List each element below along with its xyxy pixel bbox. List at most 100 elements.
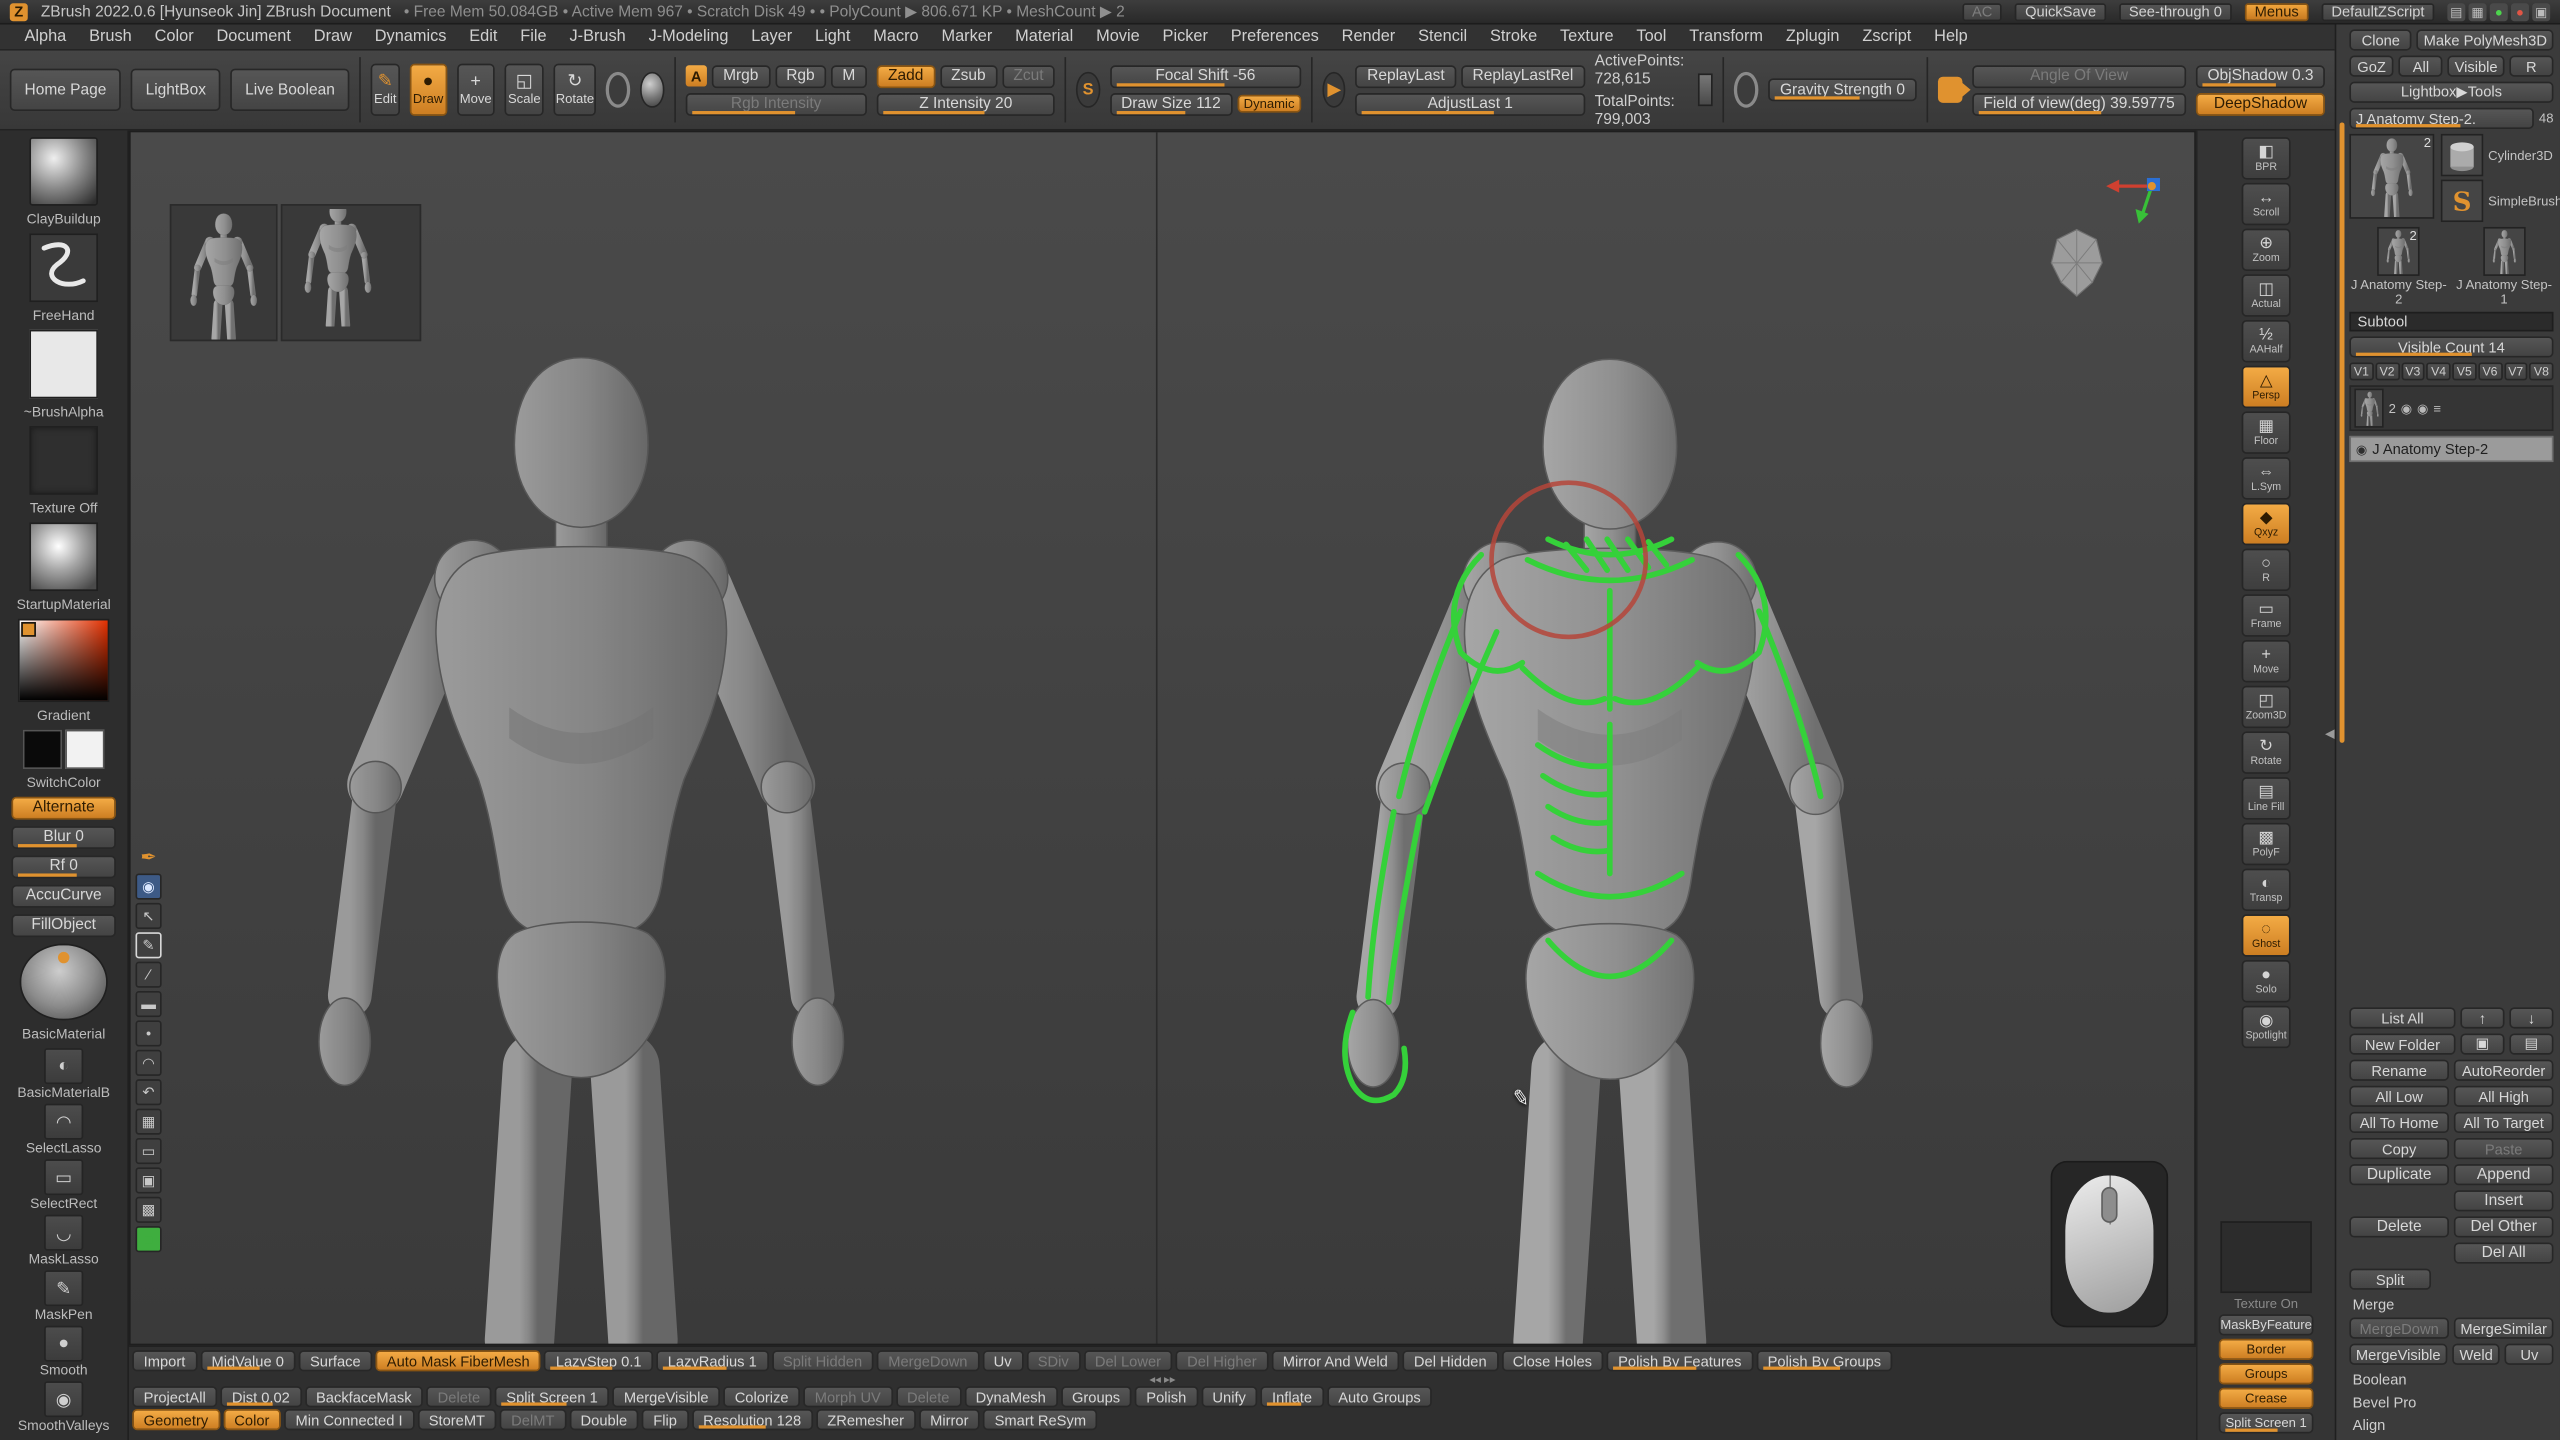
subtool-tab[interactable]: V1 <box>2349 362 2373 380</box>
bottom-button[interactable]: Polish By Features <box>1607 1350 1753 1371</box>
bottom-button[interactable]: SDiv <box>1026 1350 1080 1371</box>
quick-tool-icon[interactable]: ● <box>44 1326 83 1362</box>
all-high-button[interactable]: All High <box>2454 1086 2554 1107</box>
paste-button[interactable]: Paste <box>2454 1138 2554 1159</box>
subtool-down-icon[interactable]: ↓ <box>2509 1007 2553 1028</box>
live-boolean-button[interactable]: Live Boolean <box>230 69 349 111</box>
quick-tool-icon[interactable]: ▭ <box>44 1159 83 1195</box>
bottom-button[interactable]: Groups <box>1061 1386 1132 1407</box>
boolean-section-label[interactable]: Boolean <box>2349 1370 2553 1388</box>
menu-item[interactable]: Material <box>1004 24 1085 50</box>
subtool-tab[interactable]: V6 <box>2478 362 2502 380</box>
shelf-tool-button[interactable]: ½ AAHalf <box>2242 320 2291 362</box>
menu-item[interactable]: Light <box>804 24 862 50</box>
canvas-tool-icon[interactable]: ▭ <box>136 1138 162 1164</box>
menu-item[interactable]: File <box>509 24 558 50</box>
bottom-button[interactable]: Auto Groups <box>1327 1386 1432 1407</box>
replay-last-rel-button[interactable]: ReplayLastRel <box>1461 64 1585 87</box>
sculptris-pro-icon[interactable]: S <box>1076 72 1100 108</box>
color-circle-icon[interactable] <box>606 72 631 108</box>
simplebrush-thumbnail[interactable]: S <box>2441 180 2483 222</box>
folder-icon[interactable]: ▣ <box>2460 1033 2504 1054</box>
bottom-button[interactable]: Polish By Groups <box>1756 1350 1892 1371</box>
texture-preview-box[interactable] <box>2220 1221 2311 1293</box>
bottom-button[interactable]: Split Hidden <box>771 1350 873 1371</box>
bottom-button[interactable]: Split Screen 1 <box>495 1386 609 1407</box>
shelf-tool-button[interactable]: △ Persp <box>2242 366 2291 408</box>
canvas-tool-icon[interactable]: ✎ <box>136 932 162 958</box>
tool-item-thumbnail[interactable] <box>2483 227 2525 276</box>
bottom-button[interactable]: Del Hidden <box>1402 1350 1498 1371</box>
secondary-color-swatch[interactable] <box>65 729 104 768</box>
gravity-strength-slider[interactable]: Gravity Strength 0 <box>1769 78 1917 101</box>
shelf-tool-button[interactable]: ◉ Spotlight <box>2242 1006 2291 1048</box>
menu-item[interactable]: Marker <box>930 24 1004 50</box>
shelf-tool-button[interactable]: ▩ PolyF <box>2242 823 2291 865</box>
menu-item[interactable]: Zscript <box>1851 24 1923 50</box>
menu-item[interactable]: Stroke <box>1479 24 1549 50</box>
titlebar-icon[interactable]: ▣ <box>2532 2 2550 20</box>
active-tool-thumbnail[interactable]: 2 <box>2349 134 2434 219</box>
uv-button[interactable]: Uv <box>2505 1344 2553 1365</box>
bottom-button[interactable]: Uv <box>982 1350 1023 1371</box>
menu-item[interactable]: Help <box>1923 24 1979 50</box>
blur-slider[interactable]: Blur 0 <box>11 826 115 849</box>
m-button[interactable]: M <box>831 64 867 87</box>
shelf-tool-button[interactable]: ◫ Actual <box>2242 274 2291 316</box>
focal-shift-slider[interactable]: Focal Shift -56 <box>1110 64 1301 87</box>
menu-item[interactable]: Alpha <box>13 24 78 50</box>
crease-button[interactable]: Crease <box>2219 1388 2314 1409</box>
shelf-tool-button[interactable]: ● Solo <box>2242 960 2291 1002</box>
append-button[interactable]: Append <box>2454 1164 2554 1185</box>
rgb-intensity-slider[interactable]: Rgb Intensity <box>686 92 867 115</box>
menus-button[interactable]: Menus <box>2245 2 2309 20</box>
menu-item[interactable]: Texture <box>1549 24 1625 50</box>
bottom-button[interactable]: ZRemesher <box>816 1409 916 1430</box>
goz-all-button[interactable]: All <box>2399 56 2443 77</box>
zsub-button[interactable]: Zsub <box>940 64 997 87</box>
merge-visible-button[interactable]: MergeVisible <box>2349 1344 2447 1365</box>
merge-similar-button[interactable]: MergeSimilar <box>2454 1318 2554 1339</box>
stroke-preview-thumbnail[interactable] <box>1698 73 1712 106</box>
subtool-tab[interactable]: V3 <box>2401 362 2425 380</box>
shelf-tool-button[interactable]: ↻ Rotate <box>2242 731 2291 773</box>
canvas-tool-icon[interactable]: ◉ <box>136 873 162 899</box>
menu-item[interactable]: Dynamics <box>363 24 458 50</box>
mask-by-feature-button[interactable]: MaskByFeature <box>2219 1314 2314 1335</box>
bottom-button[interactable]: Smart ReSym <box>983 1409 1097 1430</box>
subtool-thumbnail[interactable] <box>2354 389 2383 428</box>
shelf-tool-button[interactable]: ⇔ L.Sym <box>2242 457 2291 499</box>
material-thumbnail[interactable] <box>29 522 98 591</box>
merge-section-label[interactable]: Merge <box>2349 1295 2553 1313</box>
shelf-tool-button[interactable]: ◌ Ghost <box>2242 914 2291 956</box>
quick-tool-icon[interactable]: ✎ <box>44 1270 83 1306</box>
make-polymesh3d-button[interactable]: Make PolyMesh3D <box>2417 29 2553 50</box>
edit-button[interactable]: ✎Edit <box>371 64 400 116</box>
titlebar-icon[interactable]: ▦ <box>2469 2 2487 20</box>
menu-item[interactable]: Render <box>1330 24 1406 50</box>
menu-item[interactable]: Draw <box>302 24 363 50</box>
replay-icon[interactable]: ▶ <box>1322 72 1346 108</box>
canvas-tool-icon[interactable]: ↖ <box>136 903 162 929</box>
weld-button[interactable]: Weld <box>2452 1344 2500 1365</box>
rf-slider[interactable]: Rf 0 <box>11 855 115 878</box>
bottom-button[interactable]: Colorize <box>723 1386 800 1407</box>
current-material-sphere[interactable] <box>20 943 108 1020</box>
alpha-thumbnail[interactable] <box>29 330 98 399</box>
insert-button[interactable]: Insert <box>2454 1190 2554 1211</box>
palette-scrollbar[interactable] <box>2340 122 2345 742</box>
home-page-button[interactable]: Home Page <box>10 69 121 111</box>
brush-thumbnail[interactable] <box>29 137 98 206</box>
shelf-tool-button[interactable]: ▭ Frame <box>2242 594 2291 636</box>
menu-item[interactable]: Stencil <box>1407 24 1479 50</box>
all-to-target-button[interactable]: All To Target <box>2454 1112 2554 1133</box>
color-picker[interactable] <box>18 619 109 702</box>
bevel-pro-section-label[interactable]: Bevel Pro <box>2349 1393 2553 1411</box>
visible-count-slider[interactable]: Visible Count 14 <box>2349 336 2553 357</box>
bottom-button[interactable]: Auto Mask FiberMesh <box>375 1350 541 1371</box>
color-swatch[interactable] <box>21 622 36 637</box>
accucurve-button[interactable]: AccuCurve <box>11 884 115 907</box>
canvas-tool-icon[interactable]: ∕ <box>136 962 162 988</box>
bottom-button[interactable]: MergeDown <box>877 1350 979 1371</box>
shelf-tool-button[interactable]: + Move <box>2242 640 2291 682</box>
